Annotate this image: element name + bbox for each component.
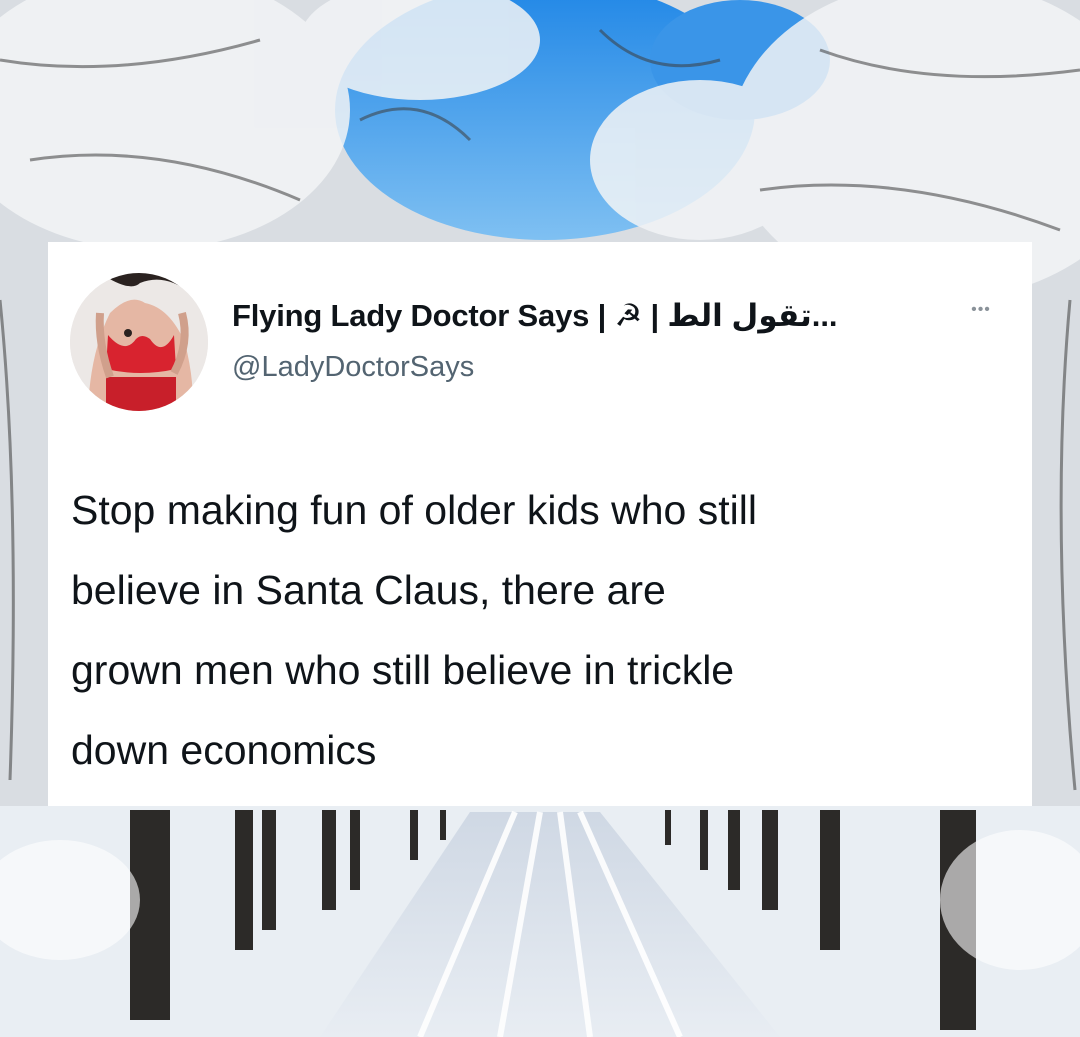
tweet-text-line: grown men who still believe in trickle [71,647,735,693]
tweet-text-line: Stop making fun of older kids who still [71,487,757,533]
display-name[interactable]: Flying Lady Doctor Says | ☭ | تقول الط..… [232,298,838,334]
tweet-text-line: down economics [71,727,377,773]
tweet-text-line: believe in Santa Claus, there are [71,567,666,613]
user-handle[interactable]: @LadyDoctorSays [232,351,474,384]
tweet-card: Flying Lady Doctor Says | ☭ | تقول الط..… [48,242,1032,806]
tweet-text: Stop making fun of older kids who still … [71,470,1011,790]
avatar[interactable] [70,273,208,411]
profile-photo [70,273,208,411]
more-horizontal-icon[interactable]: ••• [961,300,1001,320]
